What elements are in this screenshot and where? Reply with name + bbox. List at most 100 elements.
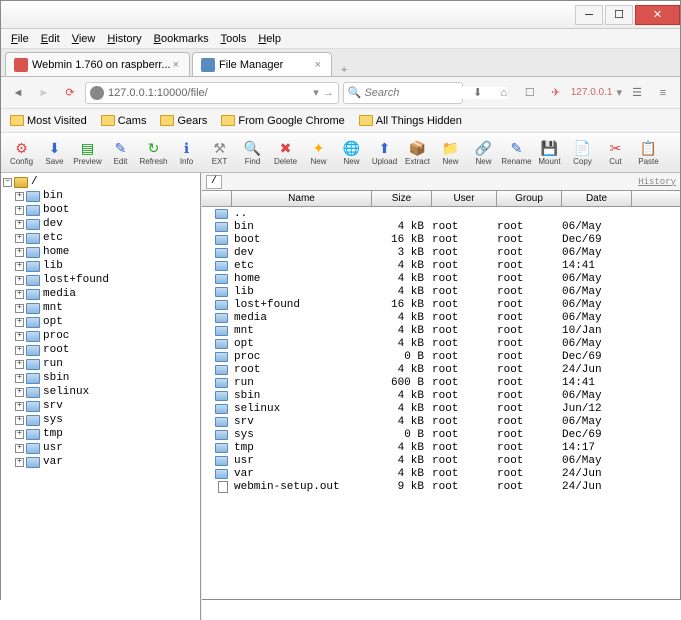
- tree-toggle-icon[interactable]: +: [15, 374, 24, 383]
- toolbar-delete-button[interactable]: ✖Delete: [269, 135, 302, 171]
- tree-toggle-icon[interactable]: +: [15, 220, 24, 229]
- toolbar-new-button[interactable]: 🔗New: [467, 135, 500, 171]
- tree-node-sys[interactable]: +sys: [3, 413, 198, 427]
- bookmark-button[interactable]: ☐: [519, 82, 541, 104]
- file-row[interactable]: tmp4 kBrootroot14:17: [202, 441, 680, 454]
- tree-node-root[interactable]: +root: [3, 343, 198, 357]
- tree-toggle-icon[interactable]: +: [15, 206, 24, 215]
- toolbar-new-button[interactable]: 📁New: [434, 135, 467, 171]
- tree-toggle-icon[interactable]: +: [15, 276, 24, 285]
- tree-node-lib[interactable]: +lib: [3, 259, 198, 273]
- menu-help[interactable]: Help: [252, 31, 287, 47]
- tree-toggle-icon[interactable]: +: [15, 262, 24, 271]
- tree-node-media[interactable]: +media: [3, 287, 198, 301]
- minimize-button[interactable]: ─: [575, 5, 603, 25]
- tab-close-button[interactable]: ×: [313, 59, 323, 71]
- back-button[interactable]: ◄: [7, 82, 29, 104]
- tree-node-usr[interactable]: +usr: [3, 441, 198, 455]
- file-row[interactable]: home4 kBrootroot06/May: [202, 272, 680, 285]
- file-row[interactable]: sbin4 kBrootroot06/May: [202, 389, 680, 402]
- column-header-name[interactable]: Name: [232, 191, 372, 206]
- tree-toggle-icon[interactable]: +: [15, 318, 24, 327]
- tree-toggle-icon[interactable]: +: [15, 332, 24, 341]
- file-table[interactable]: NameSizeUserGroupDate ..bin4 kBrootroot0…: [202, 191, 680, 620]
- tree-node-boot[interactable]: +boot: [3, 203, 198, 217]
- forward-button[interactable]: ►: [33, 82, 55, 104]
- file-row[interactable]: usr4 kBrootroot06/May: [202, 454, 680, 467]
- toolbar-mount-button[interactable]: 💾Mount: [533, 135, 566, 171]
- tree-node-tmp[interactable]: +tmp: [3, 427, 198, 441]
- tree-toggle-icon[interactable]: +: [15, 248, 24, 257]
- column-header-date[interactable]: Date: [562, 191, 632, 206]
- file-row[interactable]: proc0 BrootrootDec/69: [202, 350, 680, 363]
- downloads-button[interactable]: ⬇: [467, 82, 489, 104]
- menu-file[interactable]: File: [5, 31, 35, 47]
- history-button[interactable]: History: [638, 177, 676, 187]
- tree-node-sbin[interactable]: +sbin: [3, 371, 198, 385]
- bookmark-most-visited[interactable]: Most Visited: [7, 113, 90, 129]
- tree-toggle-icon[interactable]: +: [15, 346, 24, 355]
- ip-dropdown-icon[interactable]: ▾: [616, 86, 622, 99]
- tree-node-lost+found[interactable]: +lost+found: [3, 273, 198, 287]
- file-row[interactable]: var4 kBrootroot24/Jun: [202, 467, 680, 480]
- toolbar-extract-button[interactable]: 📦Extract: [401, 135, 434, 171]
- file-row[interactable]: root4 kBrootroot24/Jun: [202, 363, 680, 376]
- column-header-icon[interactable]: [202, 191, 232, 206]
- tree-node-var[interactable]: +var: [3, 455, 198, 469]
- file-row[interactable]: media4 kBrootroot06/May: [202, 311, 680, 324]
- tree-node-root[interactable]: −/: [3, 175, 198, 189]
- tree-toggle-icon[interactable]: +: [15, 360, 24, 369]
- tree-toggle-icon[interactable]: +: [15, 234, 24, 243]
- tree-node-dev[interactable]: +dev: [3, 217, 198, 231]
- tree-node-run[interactable]: +run: [3, 357, 198, 371]
- tree-node-opt[interactable]: +opt: [3, 315, 198, 329]
- file-row[interactable]: ..: [202, 207, 680, 220]
- toolbar-rename-button[interactable]: ✎Rename: [500, 135, 533, 171]
- file-row[interactable]: lib4 kBrootroot06/May: [202, 285, 680, 298]
- tree-node-home[interactable]: +home: [3, 245, 198, 259]
- url-bar[interactable]: 127.0.0.1:10000/file/ ▾ →: [85, 82, 339, 104]
- file-row[interactable]: lost+found16 kBrootroot06/May: [202, 298, 680, 311]
- column-header-group[interactable]: Group: [497, 191, 562, 206]
- column-header-size[interactable]: Size: [372, 191, 432, 206]
- tree-toggle-icon[interactable]: +: [15, 416, 24, 425]
- maximize-button[interactable]: ☐: [605, 5, 633, 25]
- bookmark-cams[interactable]: Cams: [98, 113, 150, 129]
- browser-tab-0[interactable]: Webmin 1.760 on raspberr...×: [5, 52, 190, 76]
- toolbar-paste-button[interactable]: 📋Paste: [632, 135, 665, 171]
- new-tab-button[interactable]: +: [334, 64, 354, 76]
- file-row[interactable]: opt4 kBrootroot06/May: [202, 337, 680, 350]
- menu-view[interactable]: View: [66, 31, 102, 47]
- dropdown-icon[interactable]: ▾: [313, 86, 319, 99]
- file-row[interactable]: sys0 BrootrootDec/69: [202, 428, 680, 441]
- file-row[interactable]: selinux4 kBrootrootJun/12: [202, 402, 680, 415]
- toolbar-new-button[interactable]: 🌐New: [335, 135, 368, 171]
- tree-toggle-icon[interactable]: +: [15, 290, 24, 299]
- file-row[interactable]: srv4 kBrootroot06/May: [202, 415, 680, 428]
- menu-bookmarks[interactable]: Bookmarks: [148, 31, 215, 47]
- bookmark-all-things-hidden[interactable]: All Things Hidden: [356, 113, 465, 129]
- tree-toggle-icon[interactable]: +: [15, 402, 24, 411]
- tree-toggle-icon[interactable]: +: [15, 192, 24, 201]
- location-button[interactable]: ✈: [545, 82, 567, 104]
- tree-toggle-icon[interactable]: +: [15, 388, 24, 397]
- tree-node-proc[interactable]: +proc: [3, 329, 198, 343]
- toolbar-refresh-button[interactable]: ↻Refresh: [137, 135, 170, 171]
- tree-toggle-icon[interactable]: −: [3, 178, 12, 187]
- search-bar[interactable]: 🔍: [343, 82, 463, 104]
- file-row[interactable]: etc4 kBrootroot14:41: [202, 259, 680, 272]
- toolbar-ext-button[interactable]: ⚒EXT: [203, 135, 236, 171]
- tree-node-etc[interactable]: +etc: [3, 231, 198, 245]
- file-row[interactable]: mnt4 kBrootroot10/Jan: [202, 324, 680, 337]
- tree-node-srv[interactable]: +srv: [3, 399, 198, 413]
- addon-button[interactable]: ☰: [626, 82, 648, 104]
- bookmark-gears[interactable]: Gears: [157, 113, 210, 129]
- tab-close-button[interactable]: ×: [171, 59, 181, 71]
- file-row[interactable]: webmin-setup.out9 kBrootroot24/Jun: [202, 480, 680, 493]
- toolbar-upload-button[interactable]: ⬆Upload: [368, 135, 401, 171]
- tree-node-selinux[interactable]: +selinux: [3, 385, 198, 399]
- column-header-user[interactable]: User: [432, 191, 497, 206]
- close-button[interactable]: ✕: [635, 5, 680, 25]
- toolbar-info-button[interactable]: ℹInfo: [170, 135, 203, 171]
- folder-tree[interactable]: −/+bin+boot+dev+etc+home+lib+lost+found+…: [1, 173, 201, 620]
